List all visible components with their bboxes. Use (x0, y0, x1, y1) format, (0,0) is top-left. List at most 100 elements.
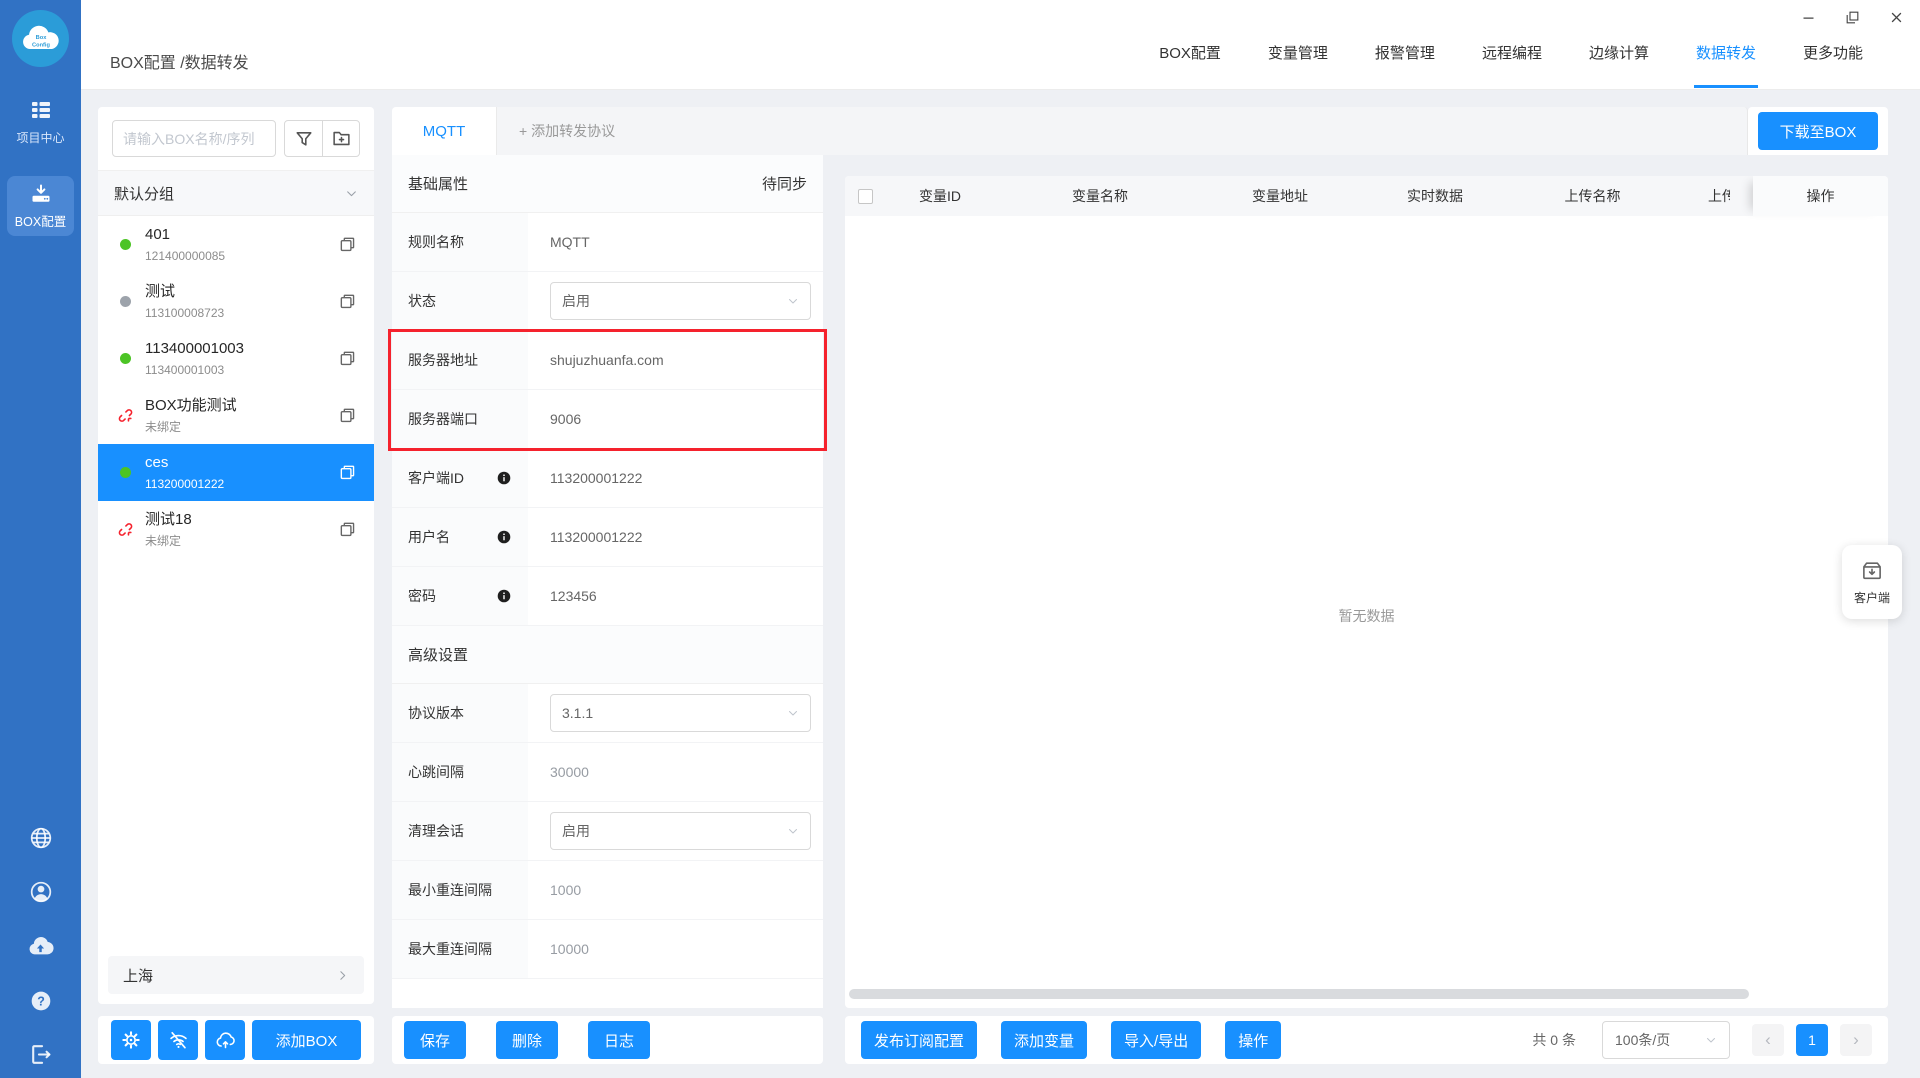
status-select[interactable]: 启用 (550, 282, 811, 320)
nav-tab-alarm-mgmt[interactable]: 报警管理 (1375, 0, 1435, 90)
field-label: 密码 (408, 588, 436, 604)
restore-icon[interactable] (1842, 7, 1862, 27)
copy-icon[interactable] (339, 350, 356, 367)
log-button[interactable]: 日志 (588, 1021, 650, 1059)
box-item-113400001003[interactable]: 113400001003 113400001003 (98, 330, 374, 387)
box-item-test18[interactable]: 测试18 未绑定 (98, 501, 374, 558)
table-actions: 发布订阅配置 添加变量 导入/导出 操作 共 0 条 100条/页 ‹ 1 › (845, 1016, 1888, 1064)
sidebar-item-box-config[interactable]: BOX配置 (7, 176, 74, 236)
nav-tab-variable-mgmt[interactable]: 变量管理 (1268, 0, 1328, 90)
form-row-password: 密码 123456 (392, 567, 823, 626)
group-label: 上海 (123, 967, 154, 985)
delete-button[interactable]: 删除 (496, 1021, 558, 1059)
clean-session-select[interactable]: 启用 (550, 812, 811, 850)
add-protocol-tab[interactable]: + 添加转发协议 (519, 107, 615, 155)
form-row-heartbeat: 心跳间隔 30000 (392, 743, 823, 802)
form-row-protocol-version: 协议版本 3.1.1 (392, 684, 823, 743)
sidebar-bottom-icons: ? (0, 825, 81, 1067)
network-status-button[interactable] (158, 1020, 198, 1060)
chevron-down-icon (789, 711, 797, 716)
save-button[interactable]: 保存 (404, 1021, 466, 1059)
app-logo: Box Config (12, 10, 69, 67)
column-upload-name: 上传名称 (1564, 188, 1621, 204)
box-item-test[interactable]: 测试 113100008723 (98, 273, 374, 330)
next-page-button[interactable]: › (1840, 1024, 1872, 1056)
broken-link-icon (117, 407, 134, 424)
column-variable-name: 变量名称 (1072, 188, 1128, 204)
add-variable-button[interactable]: 添加变量 (1001, 1021, 1088, 1059)
box-serial: 113200001222 (145, 477, 225, 491)
form-row-clean-session: 清理会话 启用 (392, 802, 823, 861)
copy-icon[interactable] (339, 236, 356, 253)
box-item-ces-selected[interactable]: ces 113200001222 (98, 444, 374, 501)
client-label: 客户端 (1853, 591, 1890, 605)
rule-name-input[interactable]: MQTT (550, 234, 590, 250)
column-realtime-data: 实时数据 (1407, 188, 1463, 204)
total-count-text: 共 0 条 (1532, 1032, 1576, 1048)
nav-tab-data-forwarding[interactable]: 数据转发 (1693, 0, 1759, 90)
tab-mqtt[interactable]: MQTT (392, 107, 497, 155)
nav-tab-edge-computing[interactable]: 边缘计算 (1589, 0, 1649, 90)
page-1-button[interactable]: 1 (1796, 1024, 1828, 1056)
box-item-401[interactable]: 401 121400000085 (98, 216, 374, 273)
close-icon[interactable] (1886, 7, 1906, 27)
help-icon[interactable]: ? (28, 988, 54, 1014)
client-download-float-button[interactable]: 客户端 (1842, 545, 1902, 619)
horizontal-scrollbar[interactable] (849, 989, 1749, 999)
search-input[interactable] (112, 120, 276, 157)
sync-status-badge: 待同步 (761, 176, 807, 193)
status-online-dot (120, 353, 131, 364)
settings-button[interactable] (111, 1020, 151, 1060)
sidebar-item-project-center[interactable]: 项目中心 (0, 98, 81, 146)
download-to-box-button[interactable]: 下载至BOX (1758, 112, 1878, 150)
exit-icon[interactable] (28, 1042, 53, 1067)
server-port-input[interactable]: 9006 (550, 411, 581, 427)
user-icon[interactable] (28, 879, 54, 905)
group-footer-shanghai[interactable]: 上海 (108, 956, 364, 994)
max-reconnect-input[interactable]: 10000 (550, 941, 589, 957)
cloud-sync-button[interactable] (205, 1020, 245, 1060)
protocol-tabs: MQTT + 添加转发协议 (392, 107, 1748, 155)
select-all-checkbox[interactable] (857, 188, 873, 204)
protocol-version-select[interactable]: 3.1.1 (550, 694, 811, 732)
chevron-down-icon (347, 190, 356, 196)
nav-tab-remote-programming[interactable]: 远程编程 (1482, 0, 1542, 90)
username-input[interactable]: 113200001222 (550, 529, 642, 545)
form-row-client-id: 客户端ID 113200001222 (392, 449, 823, 508)
copy-icon[interactable] (339, 407, 356, 424)
minimize-icon[interactable] (1798, 7, 1818, 27)
actions-button[interactable]: 操作 (1225, 1021, 1282, 1059)
info-icon (497, 589, 511, 603)
publish-subscribe-config-button[interactable]: 发布订阅配置 (861, 1021, 978, 1059)
add-box-button[interactable]: 添加BOX (252, 1020, 361, 1060)
field-label: 协议版本 (408, 705, 464, 721)
filter-icon[interactable] (285, 121, 322, 156)
globe-icon[interactable] (28, 825, 54, 851)
field-label: 规则名称 (408, 234, 464, 250)
chevron-down-icon (789, 829, 797, 834)
heartbeat-input[interactable]: 30000 (550, 764, 589, 780)
nav-tab-box-config[interactable]: BOX配置 (1159, 0, 1221, 90)
group-header-default[interactable]: 默认分组 (98, 171, 374, 216)
breadcrumb: BOX配置 /数据转发 (110, 55, 249, 72)
column-upload-clipped: 上传 (1708, 188, 1730, 204)
field-label: 心跳间隔 (408, 764, 464, 780)
sidebar-item-label: BOX配置 (14, 215, 67, 229)
add-group-folder-icon[interactable] (322, 121, 359, 156)
prev-page-button[interactable]: ‹ (1752, 1024, 1784, 1056)
min-reconnect-input[interactable]: 1000 (550, 882, 581, 898)
copy-icon[interactable] (339, 293, 356, 310)
copy-icon[interactable] (339, 464, 356, 481)
import-export-button[interactable]: 导入/导出 (1111, 1021, 1202, 1059)
copy-icon[interactable] (339, 521, 356, 538)
server-address-input[interactable]: shujuzhuanfa.com (550, 352, 664, 368)
password-input[interactable]: 123456 (550, 588, 597, 604)
form-actions: 保存 删除 日志 (392, 1016, 823, 1064)
client-id-input[interactable]: 113200001222 (550, 470, 642, 486)
box-list-panel: 默认分组 401 121400000085 测试 113100008723 (98, 107, 374, 1004)
page-size-select[interactable]: 100条/页 (1602, 1021, 1730, 1059)
form-row-username: 用户名 113200001222 (392, 508, 823, 567)
box-item-box-function-test[interactable]: BOX功能测试 未绑定 (98, 387, 374, 444)
cloud-upload-icon[interactable] (27, 933, 54, 960)
box-search-row (98, 107, 374, 171)
